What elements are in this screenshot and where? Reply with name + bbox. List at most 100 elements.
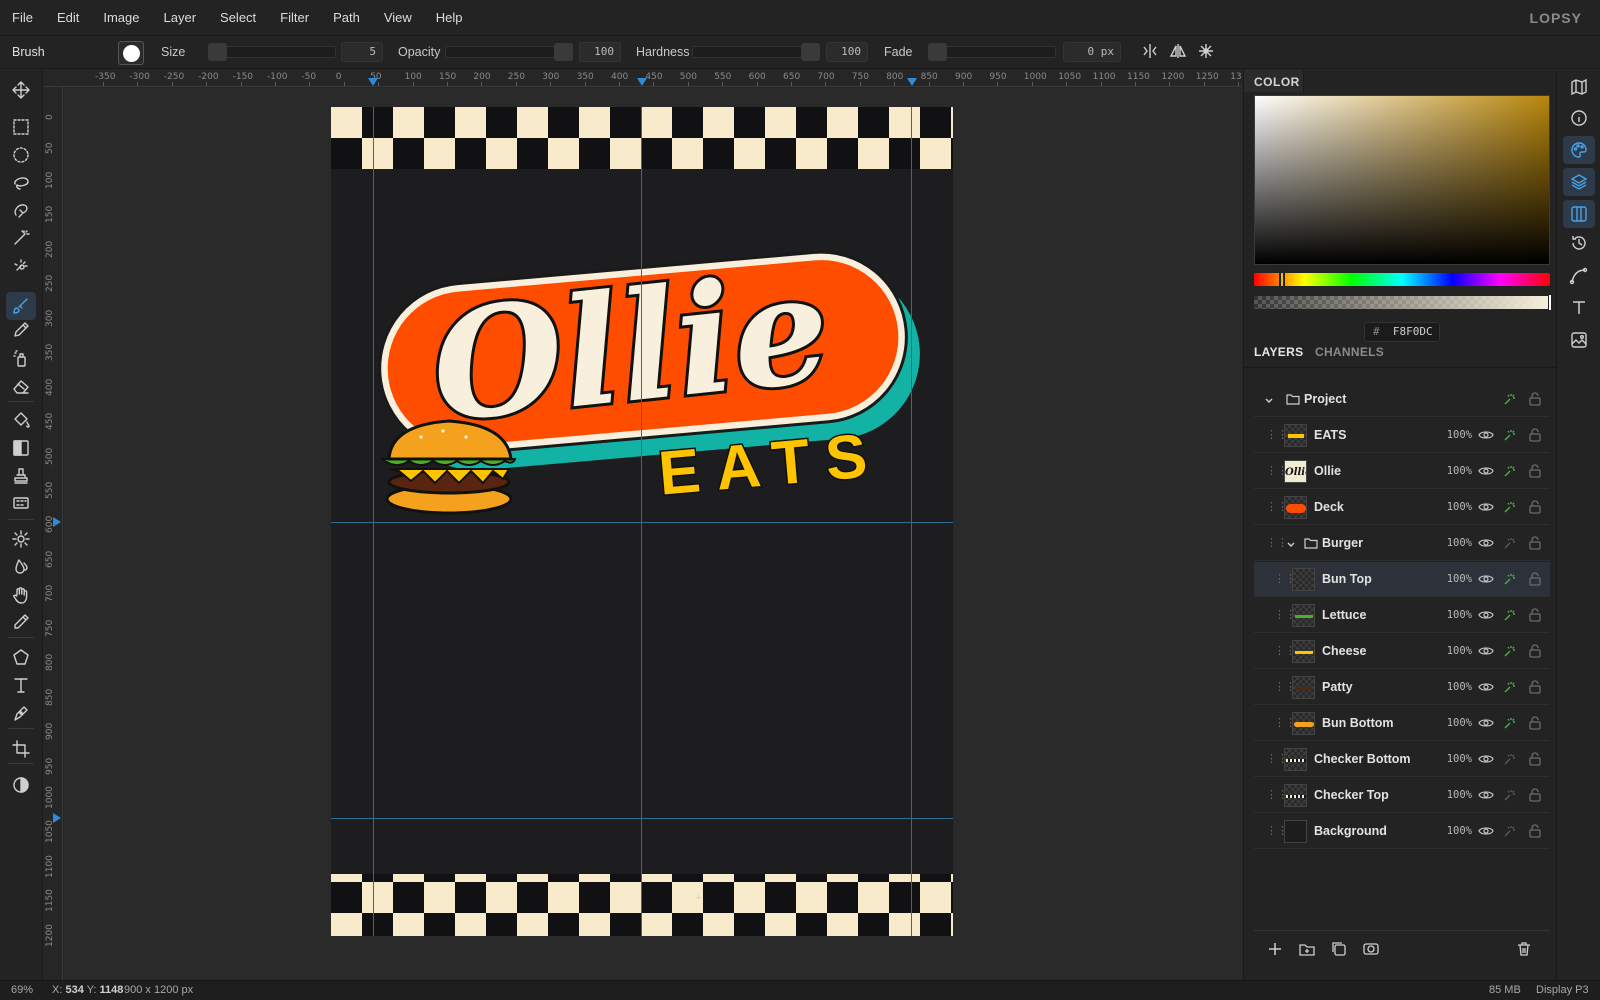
guide-marker[interactable] (53, 813, 61, 823)
blur-icon[interactable] (11, 557, 31, 577)
brush-preview-swatch[interactable] (118, 41, 144, 65)
layer-opacity[interactable]: 100% (1447, 537, 1472, 549)
guide-horizontal[interactable] (331, 818, 953, 819)
layer-opacity[interactable]: 100% (1447, 681, 1472, 693)
layer-opacity[interactable]: 100% (1447, 465, 1472, 477)
layer-opacity[interactable]: 100% (1447, 825, 1472, 837)
layer-effects-icon[interactable] (1502, 463, 1518, 479)
mirror-icon[interactable] (1169, 42, 1187, 60)
gradient-icon[interactable] (11, 438, 31, 458)
ruler-horizontal[interactable]: -350 -300 -250 -200 -150 -100 -50 0 50 100 150 200 2… (43, 70, 1242, 87)
hue-slider[interactable] (1254, 273, 1550, 286)
quick-select-icon[interactable] (11, 256, 31, 276)
brush-icon[interactable] (6, 292, 36, 320)
guide-marker[interactable] (637, 78, 647, 86)
visibility-eye-icon[interactable] (1478, 608, 1494, 622)
pen-icon[interactable] (11, 703, 31, 723)
lock-icon[interactable] (1528, 571, 1542, 587)
menu-filter[interactable]: Filter (268, 10, 321, 25)
ruler-vertical[interactable]: 0 50 100 150 200 250 300 350 400 450 500 550 600 650 7… (43, 87, 63, 980)
visibility-eye-icon[interactable] (1478, 788, 1494, 802)
menu-path[interactable]: Path (321, 10, 372, 25)
layer-mask-icon[interactable] (1362, 940, 1380, 958)
paths-curve-icon[interactable] (1569, 266, 1589, 286)
layer-row[interactable]: ⋮⋮OllieOllie100% (1254, 454, 1550, 489)
layer-effects-icon[interactable] (1502, 787, 1518, 803)
layer-opacity[interactable]: 100% (1447, 753, 1472, 765)
layer-effects-icon[interactable] (1502, 427, 1518, 443)
text-icon[interactable] (11, 675, 31, 695)
visibility-eye-icon[interactable] (1478, 464, 1494, 478)
duplicate-layer-icon[interactable] (1330, 940, 1348, 958)
history-icon[interactable] (1569, 233, 1589, 253)
move-icon[interactable] (11, 80, 31, 100)
visibility-eye-icon[interactable] (1478, 716, 1494, 730)
guide-marker[interactable] (53, 517, 61, 527)
fade-value[interactable]: 0 px (1063, 42, 1121, 62)
drag-handle-icon[interactable]: ⋮⋮ (1274, 680, 1296, 694)
dodge-icon[interactable] (11, 529, 31, 549)
eyedropper-icon[interactable] (11, 612, 31, 632)
menu-view[interactable]: View (372, 10, 424, 25)
layer-effects-icon[interactable] (1502, 391, 1518, 407)
hue-slider-thumb[interactable] (1279, 271, 1285, 288)
fade-slider-thumb[interactable] (928, 43, 947, 61)
visibility-eye-icon[interactable] (1478, 824, 1494, 838)
drag-handle-icon[interactable]: ⋮⋮ (1266, 824, 1288, 838)
lock-icon[interactable] (1528, 643, 1542, 659)
layer-opacity[interactable]: 100% (1447, 645, 1472, 657)
menu-help[interactable]: Help (424, 10, 475, 25)
alpha-slider[interactable] (1254, 296, 1550, 309)
lock-icon[interactable] (1528, 463, 1542, 479)
size-value[interactable]: 5 (341, 42, 383, 62)
opacity-slider-thumb[interactable] (554, 43, 573, 61)
drag-handle-icon[interactable]: ⋮⋮ (1266, 500, 1288, 514)
lasso-icon[interactable] (11, 173, 31, 193)
layer-opacity[interactable]: 100% (1447, 429, 1472, 441)
layer-effects-icon[interactable] (1502, 823, 1518, 839)
symmetry-icon[interactable] (1141, 42, 1159, 60)
tab-layers[interactable]: LAYERS (1254, 345, 1303, 359)
rect-marquee-icon[interactable] (11, 117, 31, 137)
magic-wand-icon[interactable] (11, 228, 31, 248)
visibility-eye-icon[interactable] (1478, 572, 1494, 586)
spray-icon[interactable] (11, 348, 31, 368)
layer-row[interactable]: ⋮⋮ Deck 100% (1254, 490, 1550, 525)
lock-icon[interactable] (1528, 679, 1542, 695)
add-group-icon[interactable] (1298, 940, 1316, 958)
layer-row[interactable]: ⋮⋮ Lettuce 100% (1254, 598, 1550, 633)
menu-edit[interactable]: Edit (45, 10, 91, 25)
lock-icon[interactable] (1528, 787, 1542, 803)
visibility-eye-icon[interactable] (1478, 644, 1494, 658)
document-canvas[interactable]: Ollie EATS (331, 107, 953, 936)
drag-handle-icon[interactable]: ⋮⋮ (1274, 572, 1296, 586)
menu-file[interactable]: File (0, 10, 45, 25)
layer-opacity[interactable]: 100% (1447, 717, 1472, 729)
tab-channels[interactable]: CHANNELS (1315, 345, 1384, 359)
layers-stack-icon[interactable] (1563, 168, 1595, 196)
drag-handle-icon[interactable]: ⋮⋮ (1266, 536, 1288, 550)
crop-icon[interactable] (11, 739, 31, 759)
drag-handle-icon[interactable]: ⋮⋮ (1274, 716, 1296, 730)
guide-marker[interactable] (907, 78, 917, 86)
drag-handle-icon[interactable]: ⋮⋮ (1274, 608, 1296, 622)
zoom-level[interactable]: 69% (11, 984, 33, 996)
layer-effects-icon[interactable] (1502, 535, 1518, 551)
polygon-icon[interactable] (11, 647, 31, 667)
layer-effects-icon[interactable] (1502, 607, 1518, 623)
lock-icon[interactable] (1528, 751, 1542, 767)
layer-opacity[interactable]: 100% (1447, 501, 1472, 513)
pattern-icon[interactable] (11, 493, 31, 513)
collapse-chevron-icon[interactable] (1264, 394, 1274, 409)
layer-effects-icon[interactable] (1502, 679, 1518, 695)
lock-icon[interactable] (1528, 607, 1542, 623)
add-layer-icon[interactable] (1266, 940, 1284, 958)
stamp-icon[interactable] (11, 466, 31, 486)
channels-columns-icon[interactable] (1563, 200, 1595, 228)
layer-row[interactable]: ⋮⋮ Burger 100% (1254, 526, 1550, 561)
smudge-hand-icon[interactable] (11, 585, 31, 605)
drag-handle-icon[interactable]: ⋮⋮ (1266, 752, 1288, 766)
size-slider-thumb[interactable] (208, 43, 227, 61)
delete-layer-icon[interactable] (1515, 940, 1533, 958)
layer-opacity[interactable]: 100% (1447, 609, 1472, 621)
